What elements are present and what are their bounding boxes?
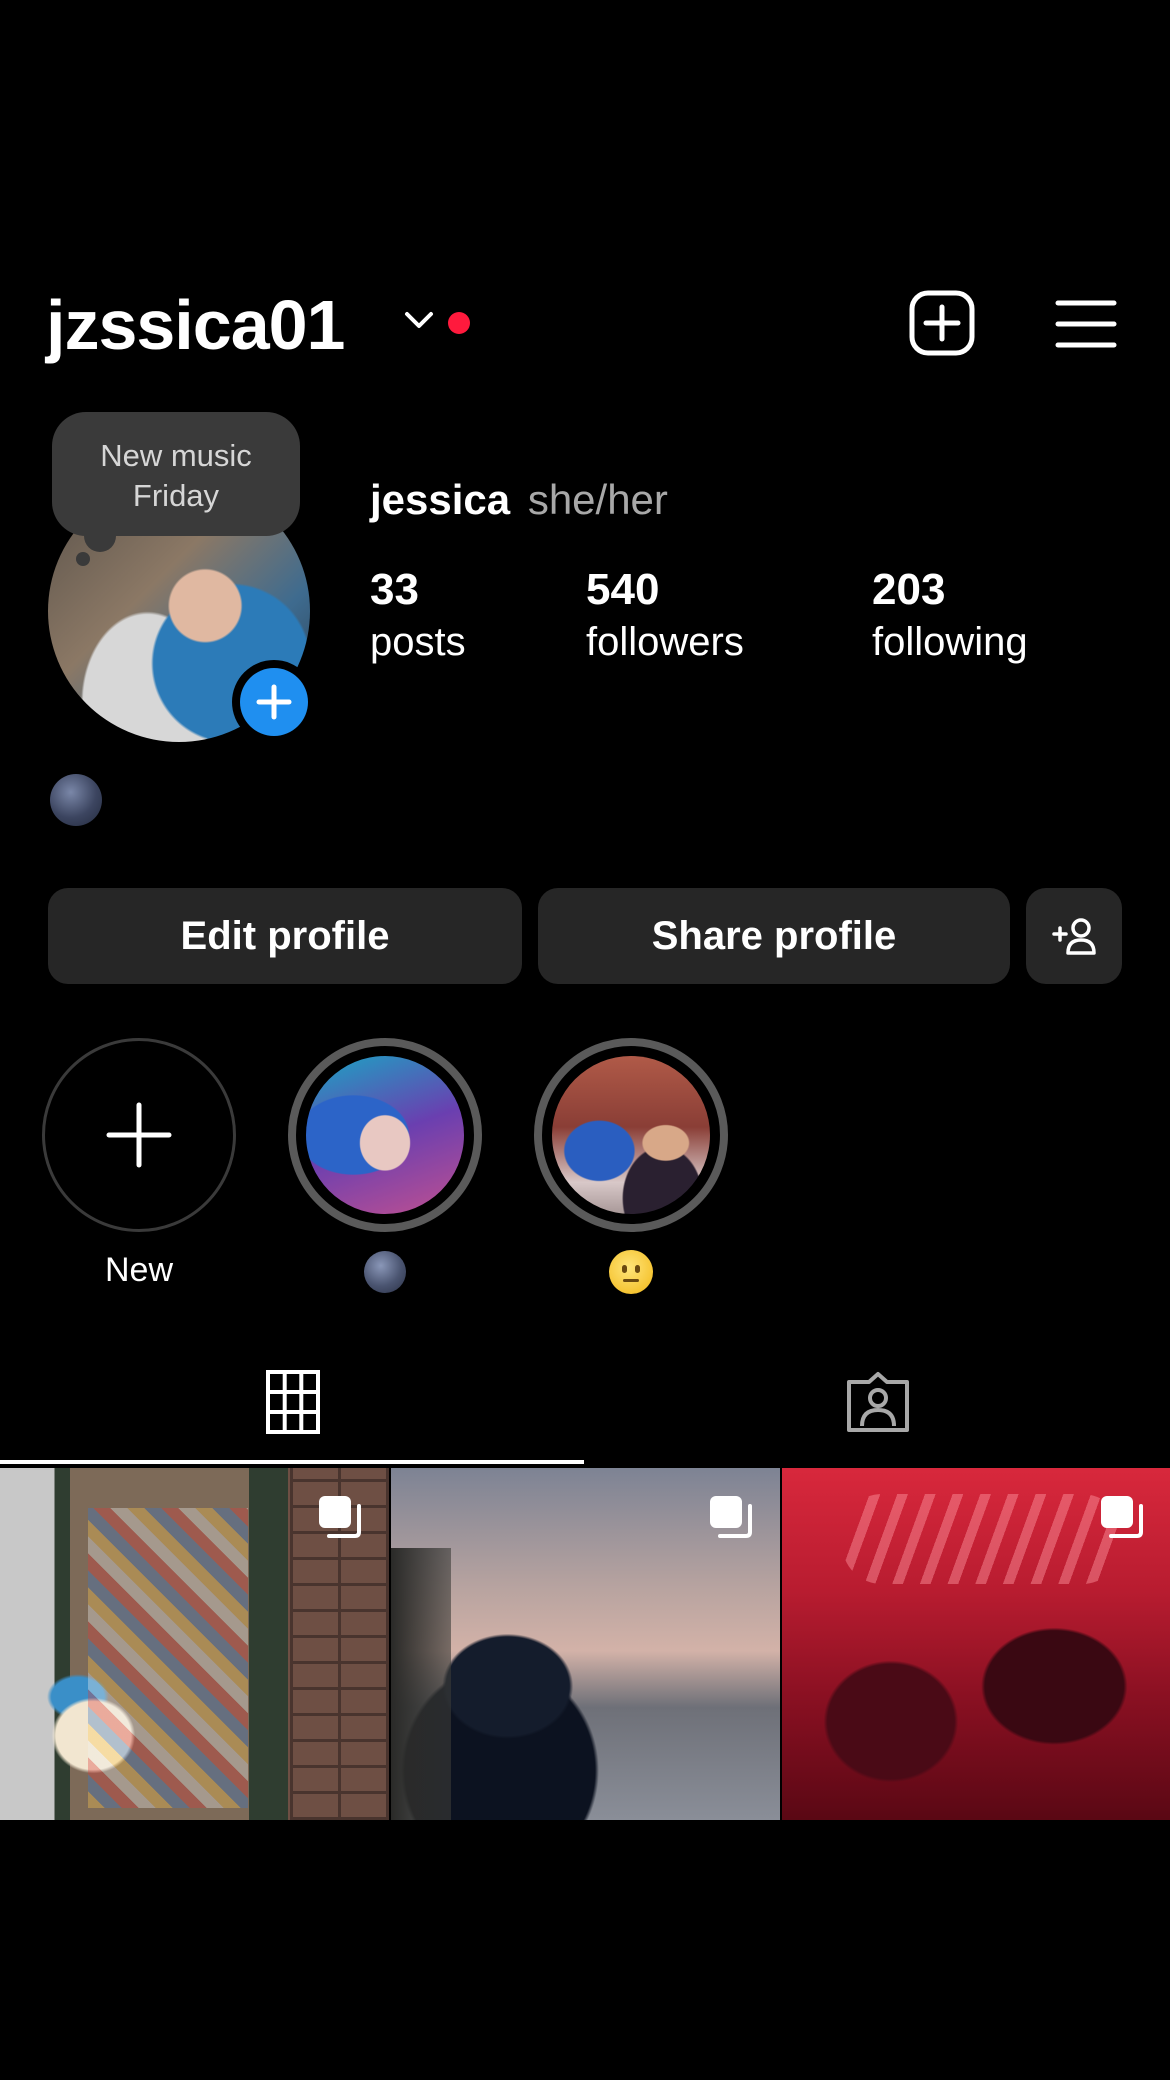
discover-people-button[interactable] [1026, 888, 1122, 984]
stat-value: 203 [872, 565, 946, 614]
post-image-detail [842, 1494, 1122, 1584]
profile-page: { "header": { "username": "jzssica01", "… [0, 0, 1170, 2080]
tab-posts-grid[interactable] [0, 1340, 585, 1464]
full-name: jessica [370, 476, 511, 523]
post-thumbnail[interactable] [391, 1468, 780, 1820]
highlight-label: New [104, 1251, 174, 1289]
notification-dot [448, 312, 470, 334]
neutral-face-emoji [609, 1250, 653, 1295]
post-image-detail [88, 1508, 248, 1808]
highlight-label [288, 1246, 482, 1294]
highlight-ring [534, 1038, 728, 1232]
new-moon-emoji [364, 1251, 406, 1294]
note-line-1: New music [100, 438, 252, 473]
highlight-new[interactable]: New [42, 1038, 236, 1294]
post-image-detail [391, 1548, 451, 1820]
new-moon-emoji [50, 774, 102, 826]
stat-label: followers [586, 620, 744, 664]
grid-icon [265, 1370, 320, 1434]
stat-value: 540 [586, 565, 660, 614]
followers-count[interactable]: 540 followers [586, 564, 744, 668]
plus-icon [256, 684, 292, 720]
posts-count[interactable]: 33 posts [370, 564, 466, 668]
profile-header: jzssica01 [0, 275, 1170, 375]
display-name: jessica she/her [370, 476, 668, 524]
note-line-2: Friday [132, 478, 220, 513]
highlight-ring [288, 1038, 482, 1232]
pronouns: she/her [527, 476, 668, 523]
note-bubble-tail-dot [76, 552, 90, 566]
highlight-item[interactable] [534, 1038, 728, 1295]
highlight-item[interactable] [288, 1038, 482, 1294]
username-switcher[interactable]: jzssica01 [46, 285, 345, 365]
add-story-button[interactable] [232, 660, 316, 744]
tagged-icon [846, 1372, 909, 1432]
highlight-label [534, 1246, 728, 1295]
highlight-cover [306, 1056, 464, 1214]
highlight-ring [42, 1038, 236, 1232]
carousel-icon [319, 1496, 361, 1538]
highlight-cover [552, 1056, 710, 1214]
stat-label: posts [370, 620, 466, 664]
carousel-icon [710, 1496, 752, 1538]
add-user-icon [1052, 918, 1096, 955]
post-thumbnail[interactable] [0, 1468, 389, 1820]
edit-profile-button[interactable]: Edit profile [48, 888, 522, 984]
carousel-icon [1101, 1496, 1143, 1538]
hamburger-menu-icon[interactable] [1054, 295, 1118, 353]
chevron-down-icon[interactable] [402, 305, 436, 335]
note-bubble[interactable]: New music Friday [52, 412, 300, 536]
share-profile-button[interactable]: Share profile [538, 888, 1010, 984]
post-thumbnail[interactable] [782, 1468, 1170, 1820]
tab-tagged[interactable] [585, 1340, 1170, 1464]
create-post-icon[interactable] [908, 289, 976, 357]
stat-label: following [872, 620, 1028, 664]
stat-value: 33 [370, 565, 419, 614]
active-tab-indicator [0, 1460, 584, 1464]
following-count[interactable]: 203 following [872, 564, 1028, 668]
plus-icon [106, 1102, 172, 1168]
